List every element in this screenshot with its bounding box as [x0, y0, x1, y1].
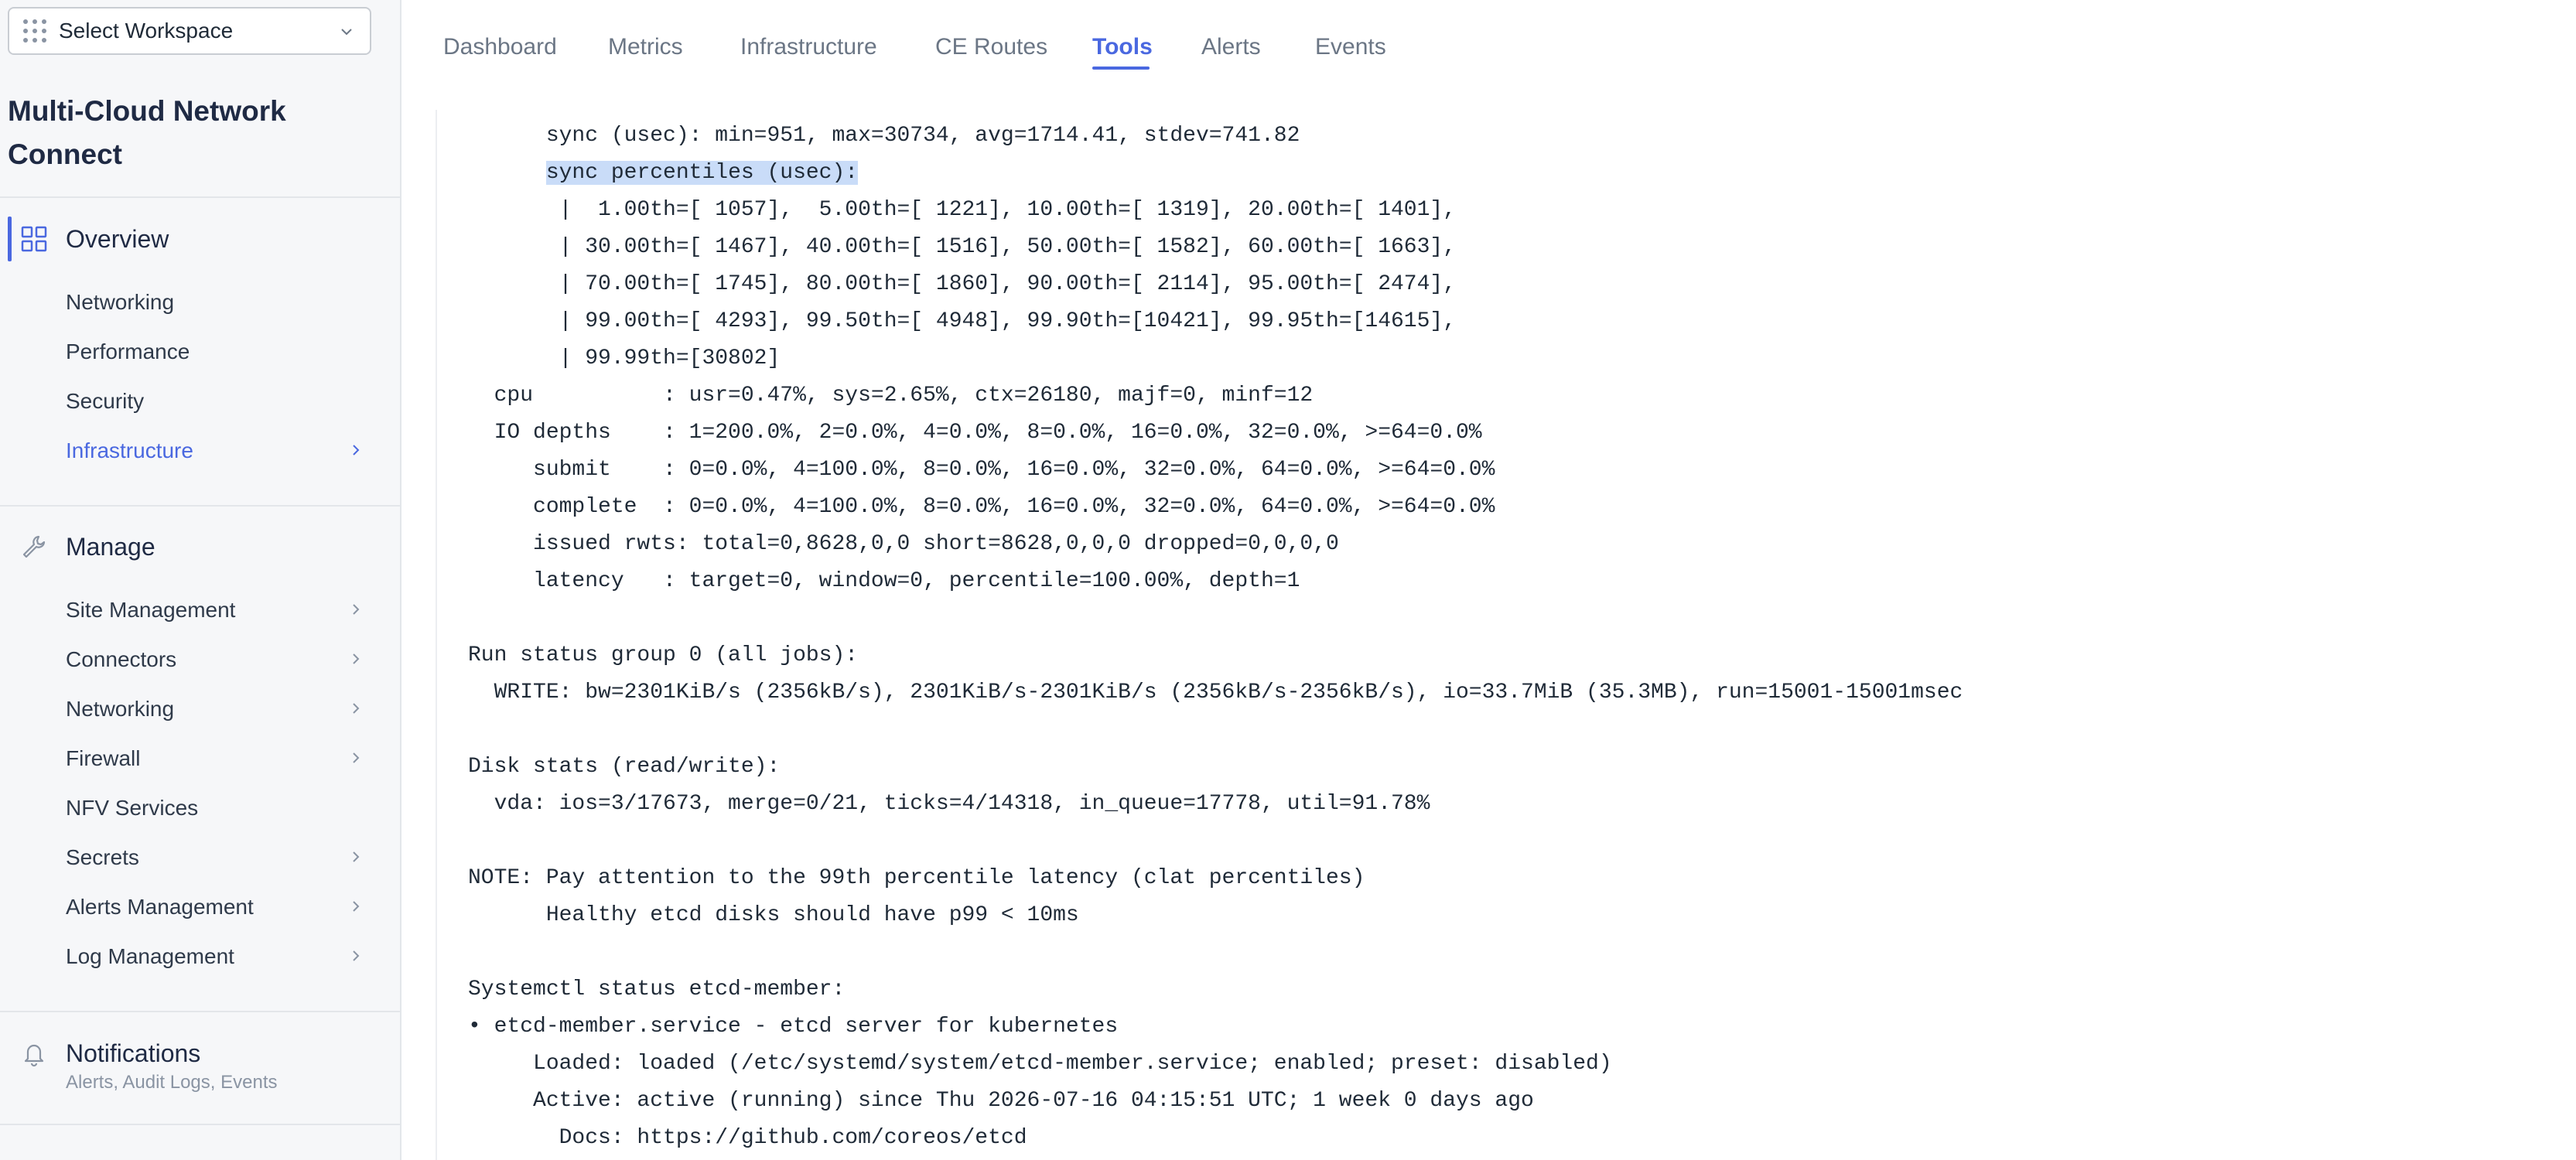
sidebar-item-connectors[interactable]: Connectors: [0, 638, 400, 680]
sidebar-item-log-management[interactable]: Log Management: [0, 935, 400, 977]
terminal-line: submit : 0=0.0%, 4=100.0%, 8=0.0%, 16=0.…: [468, 458, 1495, 482]
terminal-line: Active: active (running) since Thu 2026-…: [468, 1089, 1534, 1113]
wrench-icon: [22, 535, 46, 558]
workspace-select[interactable]: Select Workspace: [8, 7, 371, 55]
sidebar-item-label: Connectors: [66, 647, 177, 671]
grid-icon: [23, 19, 46, 43]
sidebar-item-alerts-management[interactable]: Alerts Management: [0, 885, 400, 927]
tab-infrastructure[interactable]: Infrastructure: [740, 34, 877, 60]
sidebar-item-label: Firewall: [66, 746, 141, 770]
chevron-right-icon: [353, 653, 360, 664]
chevron-right-icon: [353, 445, 360, 455]
bell-icon: [24, 1044, 44, 1067]
workspace-select-label: Select Workspace: [59, 19, 234, 43]
chevron-right-icon: [353, 950, 360, 961]
terminal-line: Run status group 0 (all jobs):: [468, 643, 859, 667]
terminal-line: Healthy etcd disks should have p99 < 10m…: [468, 903, 1079, 927]
divider: [0, 1124, 400, 1125]
section-overview[interactable]: Overview: [0, 214, 400, 264]
terminal-line: cpu : usr=0.47%, sys=2.65%, ctx=26180, m…: [468, 384, 1314, 408]
sidebar-item-secrets[interactable]: Secrets: [0, 836, 400, 878]
terminal-line: • etcd-member.service - etcd server for …: [468, 1015, 1119, 1039]
sidebar: Select Workspace Multi-Cloud Network Con…: [0, 0, 401, 1160]
terminal-line: | 1.00th=[ 1057], 5.00th=[ 1221], 10.00t…: [468, 198, 1457, 222]
sidebar-item-label: Security: [66, 389, 145, 413]
app-title: Multi-Cloud Network Connect: [8, 95, 286, 170]
tab-metrics[interactable]: Metrics: [608, 34, 683, 60]
divider: [0, 196, 400, 198]
notifications-subtitle: Alerts, Audit Logs, Events: [66, 1072, 278, 1093]
section-overview-label: Overview: [66, 224, 169, 253]
tool-output-panel[interactable]: sync (usec): min=951, max=30734, avg=171…: [436, 110, 2576, 1160]
terminal-line: IO depths : 1=200.0%, 2=0.0%, 4=0.0%, 8=…: [468, 421, 1482, 445]
sidebar-item-label: Secrets: [66, 845, 139, 869]
tab-alerts[interactable]: Alerts: [1201, 34, 1261, 60]
divider: [0, 1011, 400, 1012]
chevron-right-icon: [353, 703, 360, 714]
divider: [0, 505, 400, 507]
section-manage-label: Manage: [66, 532, 155, 561]
terminal-line: | 99.00th=[ 4293], 99.50th=[ 4948], 99.9…: [468, 309, 1457, 333]
active-tab-underline: [1092, 67, 1150, 70]
tab-dashboard[interactable]: Dashboard: [443, 34, 557, 60]
sidebar-item-label: Networking: [66, 697, 175, 721]
chevron-right-icon: [353, 851, 360, 862]
sidebar-item-label: NFV Services: [66, 796, 199, 820]
terminal-output[interactable]: sync (usec): min=951, max=30734, avg=171…: [468, 118, 1963, 1157]
terminal-line: complete : 0=0.0%, 4=100.0%, 8=0.0%, 16=…: [468, 495, 1495, 519]
sidebar-item-label: Site Management: [66, 598, 236, 622]
selected-text: sync percentiles (usec):: [545, 161, 859, 185]
terminal-line: Disk stats (read/write):: [468, 755, 781, 779]
terminal-line: NOTE: Pay attention to the 99th percenti…: [468, 866, 1365, 890]
terminal-line: WRITE: bw=2301KiB/s (2356kB/s), 2301KiB/…: [468, 681, 1963, 705]
sidebar-item-label: Alerts Management: [66, 895, 254, 919]
sidebar-item-site-management[interactable]: Site Management: [0, 589, 400, 630]
terminal-line: Docs: https://github.com/coreos/etcd: [468, 1126, 1027, 1150]
sidebar-item-performance[interactable]: Performance: [0, 330, 400, 372]
dashboard-grid-icon: [21, 226, 47, 252]
sidebar-item-nfv-services[interactable]: NFV Services: [0, 786, 400, 828]
sidebar-item-security[interactable]: Security: [0, 380, 400, 421]
terminal-line: issued rwts: total=0,8628,0,0 short=8628…: [468, 532, 1339, 556]
terminal-line: Systemctl status etcd-member:: [468, 977, 846, 1001]
terminal-line: | 30.00th=[ 1467], 40.00th=[ 1516], 50.0…: [468, 235, 1457, 259]
top-tab-bar: Dashboard Metrics Infrastructure CE Rout…: [403, 0, 2576, 110]
terminal-line: | 99.99th=[30802]: [468, 346, 781, 370]
tab-ce-routes[interactable]: CE Routes: [935, 34, 1047, 60]
tab-events[interactable]: Events: [1315, 34, 1386, 60]
terminal-line: sync percentiles (usec):: [468, 155, 1963, 192]
section-notifications-label: Notifications: [66, 1039, 201, 1067]
terminal-line: | 70.00th=[ 1745], 80.00th=[ 1860], 90.0…: [468, 272, 1457, 296]
section-manage[interactable]: Manage: [0, 522, 400, 571]
sidebar-item-networking[interactable]: Networking: [0, 281, 400, 322]
terminal-line: sync (usec): min=951, max=30734, avg=171…: [468, 124, 1300, 148]
sidebar-item-label: Networking: [66, 290, 175, 314]
terminal-line: vda: ios=3/17673, merge=0/21, ticks=4/14…: [468, 792, 1430, 816]
section-notifications[interactable]: Notifications: [0, 1029, 400, 1078]
sidebar-item-networking-manage[interactable]: Networking: [0, 687, 400, 729]
terminal-line: Loaded: loaded (/etc/systemd/system/etcd…: [468, 1052, 1612, 1076]
sidebar-item-infrastructure[interactable]: Infrastructure: [0, 429, 400, 471]
chevron-right-icon: [353, 604, 360, 615]
sidebar-item-label: Log Management: [66, 944, 234, 968]
chevron-right-icon: [353, 901, 360, 912]
terminal-line: latency : target=0, window=0, percentile…: [468, 569, 1300, 593]
sidebar-item-label: Performance: [66, 339, 190, 363]
sidebar-item-firewall[interactable]: Firewall: [0, 737, 400, 779]
chevron-down-icon: [341, 29, 352, 36]
tab-tools[interactable]: Tools: [1092, 34, 1153, 60]
sidebar-item-label: Infrastructure: [66, 438, 193, 462]
chevron-right-icon: [353, 752, 360, 763]
